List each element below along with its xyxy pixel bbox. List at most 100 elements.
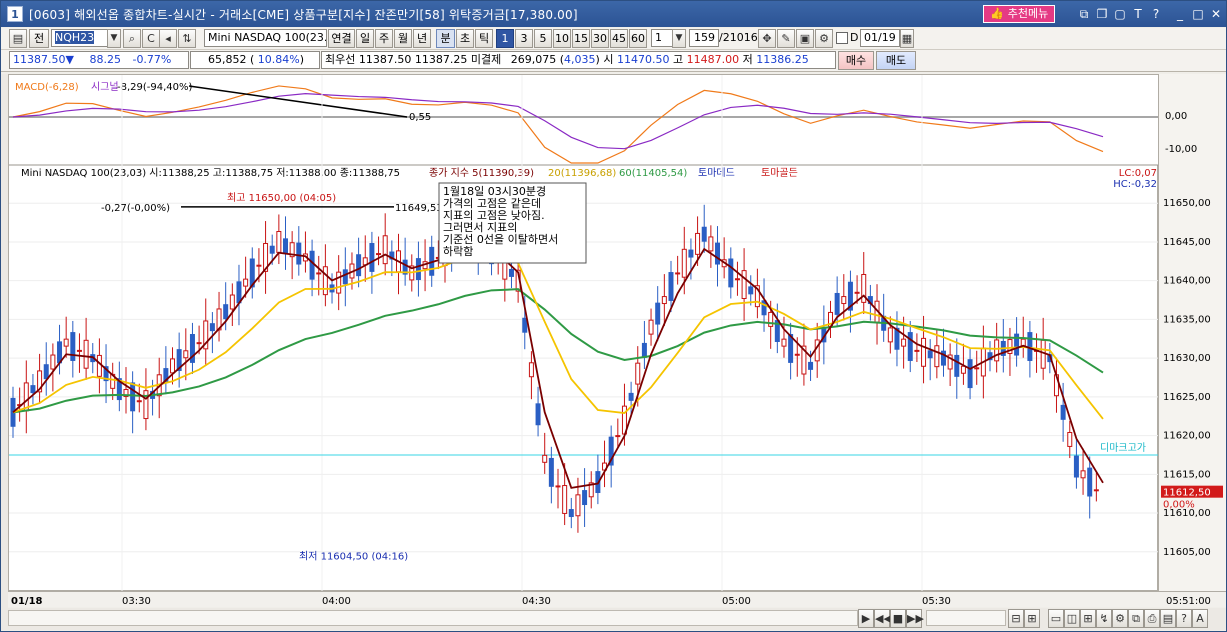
c-icon[interactable]: C <box>142 29 160 48</box>
link-icon[interactable]: ⧉ <box>1076 6 1092 22</box>
quote-field: 최우선 11387.50 11387.25 미결제 269,075 (4,035… <box>321 51 836 69</box>
candle-body <box>170 358 176 374</box>
low-label: 저 <box>742 53 753 66</box>
count-total: /21016 <box>719 31 758 44</box>
time-axis-label: 04:00 <box>322 596 351 607</box>
candle-body <box>183 350 189 359</box>
interval-3-button[interactable]: 3 <box>515 29 533 48</box>
minimize-icon[interactable]: _ <box>1172 6 1188 22</box>
draw-icon[interactable]: ✎ <box>777 29 795 48</box>
title-bar: 1 [0603] 해외선옵 종합차트-실시간 - 거래소[CME] 상품구분[지… <box>1 1 1226 27</box>
candle-body <box>661 296 667 305</box>
help-icon[interactable]: ? <box>1148 6 1164 22</box>
volume-pct-close: ) <box>299 53 305 66</box>
maximize-icon[interactable]: □ <box>1190 6 1206 22</box>
period-minute-button[interactable]: 분 <box>436 29 455 48</box>
candle-body <box>296 242 302 265</box>
price-axis-tick: 11625,00 <box>1163 392 1211 403</box>
lc-label: LC:0,07 <box>1119 168 1157 179</box>
candle-body <box>1073 455 1079 478</box>
settings-icon[interactable]: ⚙ <box>1112 609 1128 628</box>
scrollbar-track[interactable] <box>8 610 858 626</box>
candle-body <box>761 300 767 316</box>
forward-icon[interactable]: ▶▶ <box>906 609 924 628</box>
chart-menu-icon[interactable]: ▤ <box>9 29 27 48</box>
gear-icon[interactable]: ⚙ <box>815 29 833 48</box>
candle-body <box>741 270 747 299</box>
volume-field: 65,852 ( 10.84%) <box>190 51 320 69</box>
rewind-icon[interactable]: ◀◀ <box>874 609 892 628</box>
all-select-button[interactable]: 전 <box>29 29 49 48</box>
period-year-button[interactable]: 년 <box>413 29 431 48</box>
layout-3-icon[interactable]: ⊞ <box>1080 609 1096 628</box>
d-label: D <box>850 31 859 44</box>
candle-body <box>57 341 63 364</box>
candle-body <box>841 296 847 305</box>
period-connect-button[interactable]: 연결 <box>328 29 355 48</box>
zoom-slider[interactable] <box>926 610 1006 626</box>
candle-body <box>655 302 661 325</box>
copy-icon[interactable]: ❐ <box>1094 6 1110 22</box>
buy-button[interactable]: 매수 <box>838 51 874 70</box>
period-tick-button[interactable]: 틱 <box>475 29 493 48</box>
candle-body <box>921 337 927 367</box>
low-annotation: 최저 11604,50 (04:16) <box>299 551 408 563</box>
candle-body <box>50 354 56 370</box>
date-input[interactable]: 01/19 <box>860 29 900 47</box>
period-week-button[interactable]: 주 <box>375 29 393 48</box>
interval-60-button[interactable]: 60 <box>629 29 647 48</box>
count-input[interactable]: 159 <box>689 29 719 47</box>
chevron-down-icon[interactable]: ▼ <box>107 29 121 48</box>
copy-chart-icon[interactable]: ⧉ <box>1128 609 1144 628</box>
price-change: 88.25 <box>89 53 121 66</box>
candle-body <box>781 338 787 347</box>
candle-body <box>960 365 966 374</box>
d-checkbox[interactable] <box>836 32 848 44</box>
current-pct-tag: 0,00% <box>1163 500 1195 511</box>
crosshair-icon[interactable]: ✥ <box>758 29 776 48</box>
recommend-menu-button[interactable]: 👍 추천메뉴 <box>983 5 1056 23</box>
period-month-button[interactable]: 월 <box>394 29 412 48</box>
chart-area[interactable]: MACD(-6,28) 시그널 -8,29(-94,40%) 0,55 Mini NAS… <box>8 74 1159 592</box>
layout-1-icon[interactable]: ▭ <box>1048 609 1064 628</box>
period-day-button[interactable]: 일 <box>356 29 374 48</box>
search-icon[interactable]: ⌕ <box>123 29 141 48</box>
interval-5-button[interactable]: 5 <box>534 29 552 48</box>
close-icon[interactable]: ✕ <box>1208 6 1224 22</box>
time-axis-label: 04:30 <box>522 596 551 607</box>
sell-button[interactable]: 매도 <box>876 51 916 70</box>
sort-icon[interactable]: ⇅ <box>178 29 196 48</box>
scroll-right-icon[interactable]: ▶ <box>858 609 874 628</box>
indicator-icon[interactable]: ↯ <box>1096 609 1112 628</box>
speaker-icon[interactable]: ◂ <box>159 29 177 48</box>
text-icon[interactable]: T <box>1130 6 1146 22</box>
help-small-icon[interactable]: ? <box>1176 609 1192 628</box>
window-icon[interactable]: ▢ <box>1112 6 1128 22</box>
candle-body <box>322 266 328 296</box>
dead-cross-label: 토마데드 <box>698 167 735 179</box>
zoom-out-icon[interactable]: ⊟ <box>1008 609 1024 628</box>
candle-body <box>336 271 342 294</box>
current-price-tag: 11612,50 <box>1163 488 1211 499</box>
interval-45-button[interactable]: 45 <box>610 29 628 48</box>
calendar-icon[interactable]: ▦ <box>900 29 914 48</box>
print-icon[interactable]: ⎙ <box>1144 609 1160 628</box>
zoom-in-icon[interactable]: ⊞ <box>1024 609 1040 628</box>
interval-30-button[interactable]: 30 <box>591 29 609 48</box>
candle-body <box>283 238 288 254</box>
volume-pct-open: ( <box>250 53 255 66</box>
interval-10-button[interactable]: 10 <box>553 29 571 48</box>
font-icon[interactable]: A <box>1192 609 1208 628</box>
price-change-pct: -0.77% <box>132 53 172 66</box>
interval-1-button[interactable]: 1 <box>496 29 514 48</box>
chart-svg[interactable]: MACD(-6,28) 시그널-8,29(-94,40%) 0,55 Mini NAS… <box>9 75 1159 592</box>
export-icon[interactable]: ▤ <box>1160 609 1176 628</box>
candle-body <box>342 269 348 285</box>
interval-dropdown-icon[interactable]: ▼ <box>672 29 686 48</box>
stop-icon[interactable]: ■ <box>890 609 906 628</box>
save-icon[interactable]: ▣ <box>796 29 814 48</box>
layout-2-icon[interactable]: ◫ <box>1064 609 1080 628</box>
candle-body <box>269 245 275 254</box>
period-second-button[interactable]: 초 <box>456 29 474 48</box>
interval-15-button[interactable]: 15 <box>572 29 590 48</box>
